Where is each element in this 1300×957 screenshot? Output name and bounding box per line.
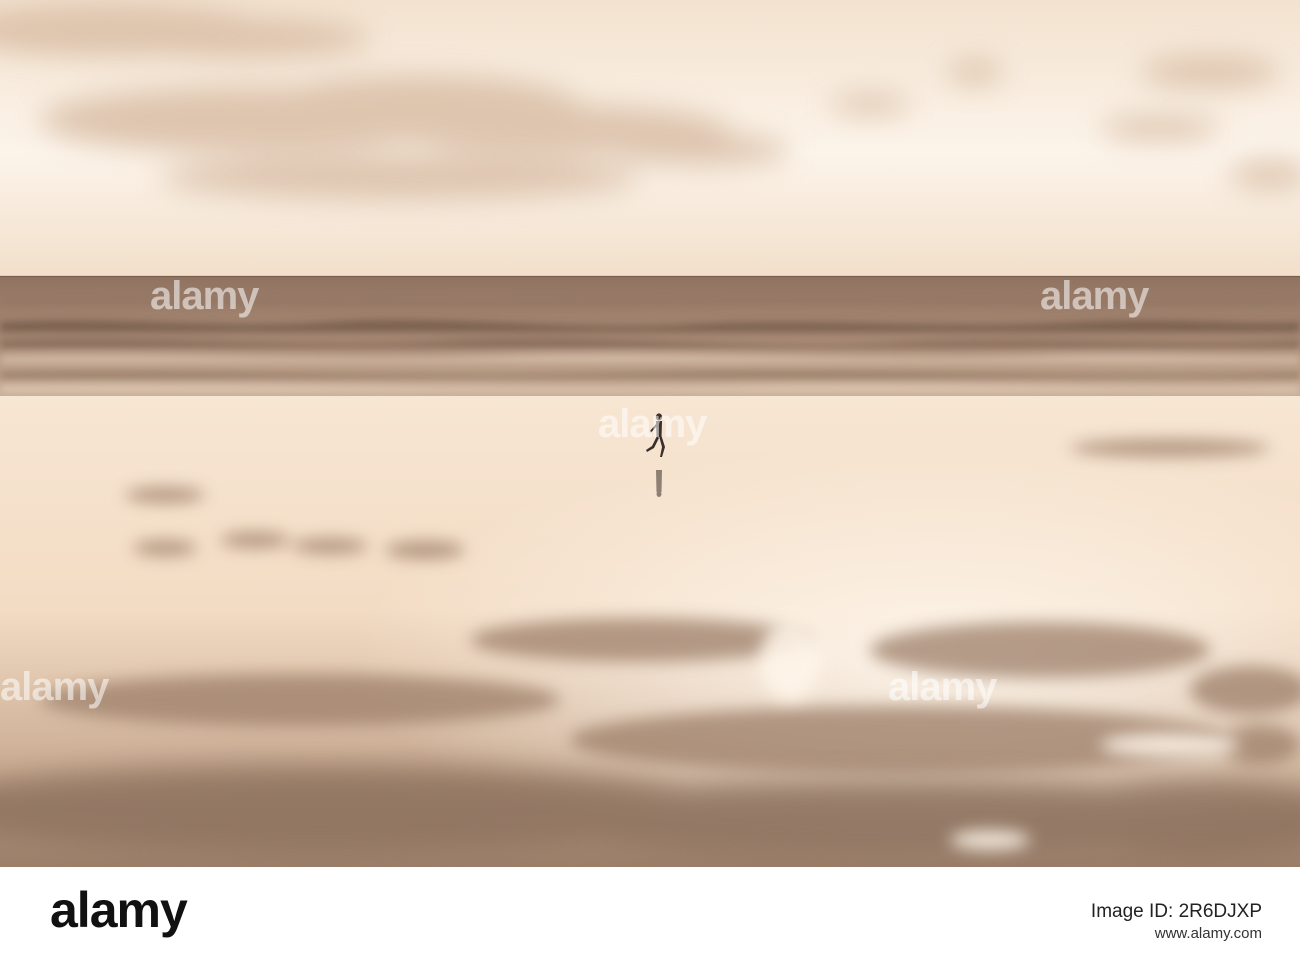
watermark-center: alamy <box>598 402 707 446</box>
beach-photograph: alamy alamy alamy alamy alamy <box>0 0 1300 867</box>
image-id: Image ID: 2R6DJXP <box>1090 901 1262 922</box>
footer-bar: alamy Image ID: 2R6DJXP www.alamy.com <box>0 867 1300 957</box>
watermark-left-middle: alamy <box>0 665 109 709</box>
stock-photo-page: alamy alamy alamy alamy alamy alamy Imag… <box>0 0 1300 957</box>
watermark-top-right: alamy <box>1040 274 1149 318</box>
figure-reflection <box>656 470 662 497</box>
site-url[interactable]: www.alamy.com <box>1155 925 1262 942</box>
alamy-logo[interactable]: alamy <box>50 885 188 935</box>
watermark-top-left: alamy <box>150 274 259 318</box>
watermark-right-middle: alamy <box>888 665 997 709</box>
